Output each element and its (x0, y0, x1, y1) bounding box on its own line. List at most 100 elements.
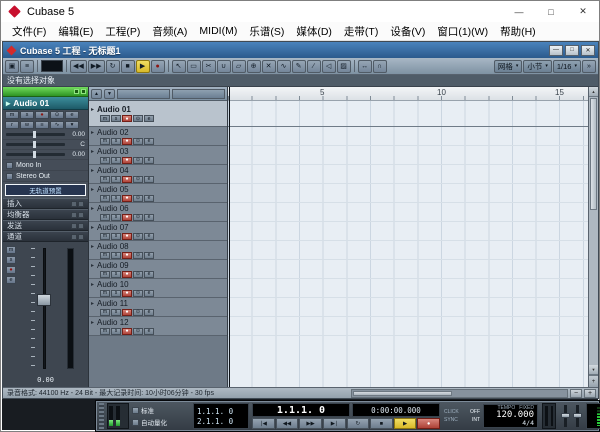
track-row[interactable]: ▸Audio 05 ms●⊙e (89, 184, 227, 203)
track-lane[interactable] (228, 260, 588, 279)
snap-button[interactable]: ∩ (373, 60, 387, 73)
vertical-scroll-thumb[interactable] (590, 98, 597, 210)
audition-tool[interactable]: ◁ (322, 60, 336, 73)
track-lane[interactable] (228, 222, 588, 241)
tempo-display[interactable]: TEMPO FIXED 120.000 4/4 (483, 404, 538, 428)
mute-button[interactable]: m (100, 252, 110, 259)
timeline-ruler[interactable]: 5 10 15 (228, 87, 588, 101)
cycle-button[interactable]: ↻ (347, 418, 370, 429)
monitor-button[interactable]: ⊙ (133, 290, 143, 297)
menu-project[interactable]: 工程(P) (99, 23, 146, 40)
arrange-grid[interactable] (228, 101, 588, 387)
mute-button[interactable]: m (100, 328, 110, 335)
edit-channel-button[interactable]: e (144, 271, 154, 278)
channel-record-button[interactable]: ● (6, 266, 16, 274)
track-lane[interactable] (228, 298, 588, 317)
expand-icon[interactable]: ▸ (91, 224, 94, 231)
edit-channel-button[interactable]: e (144, 176, 154, 183)
track-row[interactable]: ▸Audio 02 ms●⊙e (89, 127, 227, 146)
menu-midi[interactable]: MIDI(M) (193, 24, 243, 38)
track-row[interactable]: ▸Audio 10 ms●⊙e (89, 279, 227, 298)
edit-channel-button[interactable]: e (65, 111, 79, 119)
bypass-icon[interactable] (71, 201, 77, 207)
pointer-tool[interactable]: ↖ (172, 60, 186, 73)
edit-channel-button[interactable]: e (144, 309, 154, 316)
right-locator-value[interactable]: 2.1.1. 0 (197, 417, 245, 426)
cycle-button[interactable]: ↻ (106, 60, 120, 73)
solo-button[interactable]: s (111, 176, 121, 183)
track-scale-up-icon[interactable]: ▲ (91, 89, 102, 99)
solo-button[interactable]: s (111, 115, 121, 122)
monitor-button[interactable]: ⊙ (50, 111, 64, 119)
record-arm-button[interactable]: ● (122, 176, 132, 183)
monitor-button[interactable]: ⊙ (133, 252, 143, 259)
menu-scores[interactable]: 乐谱(S) (243, 23, 290, 40)
record-arm-button[interactable]: ● (122, 290, 132, 297)
project-minimize-button[interactable]: — (549, 45, 563, 56)
output-routing-select[interactable]: Stereo Out (3, 171, 88, 182)
mute-button[interactable]: m (100, 271, 110, 278)
grid-type-select[interactable]: 小节 ▾ (523, 60, 552, 73)
menu-window[interactable]: 窗口(1)(W) (431, 23, 494, 40)
freeze-button[interactable]: ∿ (50, 121, 64, 129)
track-preset-select[interactable] (172, 89, 225, 99)
expand-icon[interactable]: ▸ (91, 186, 94, 193)
track-filter-select[interactable] (117, 89, 170, 99)
play-button[interactable]: ▶ (136, 60, 150, 73)
zoom-in-button[interactable]: + (584, 389, 596, 398)
toolbar-more-button[interactable]: » (582, 60, 596, 73)
playhead-cursor[interactable] (229, 87, 230, 387)
zoom-out-button[interactable]: − (570, 389, 582, 398)
edit-channel-button[interactable]: e (144, 115, 154, 122)
fader-handle[interactable] (37, 294, 51, 306)
channel-solo-button[interactable]: s (6, 256, 16, 264)
section-sends[interactable]: 发送 (3, 220, 88, 231)
menu-help[interactable]: 帮助(H) (494, 23, 542, 40)
track-row[interactable]: ▸Audio 06 ms●⊙e (89, 203, 227, 222)
menu-file[interactable]: 文件(F) (6, 23, 52, 40)
expand-icon[interactable]: ▸ (91, 148, 94, 155)
rewind-button[interactable]: ◀◀ (276, 418, 299, 429)
forward-button[interactable]: ▶▶ (88, 60, 105, 73)
edit-channel-button[interactable]: e (144, 252, 154, 259)
scroll-down-icon[interactable]: ▼ (589, 365, 598, 375)
rewind-button[interactable]: ◀◀ (70, 60, 87, 73)
edit-icon[interactable] (78, 234, 84, 240)
edit-channel-button[interactable]: e (144, 290, 154, 297)
auto-quantize-toggle[interactable]: 自动量化 (132, 417, 190, 427)
mute-button[interactable]: m (100, 309, 110, 316)
channel-edit-button[interactable]: e (6, 276, 16, 284)
inspector-track-header[interactable]: ▸ Audio 01 (3, 97, 88, 110)
expand-icon[interactable]: ▸ (91, 319, 94, 326)
transport-panel[interactable]: 标准 自动量化 1.1.1. 0 2.1.1. 0 1.1.1. 0 0:00:… (96, 401, 599, 431)
phones-level-slider[interactable] (576, 405, 579, 427)
track-scale-down-icon[interactable]: ▼ (104, 89, 115, 99)
solo-button[interactable]: s (111, 233, 121, 240)
solo-button[interactable]: s (111, 328, 121, 335)
solo-button[interactable]: s (111, 252, 121, 259)
record-button[interactable]: ● (151, 60, 165, 73)
time-display[interactable]: 0:00:00.000 (352, 403, 440, 417)
edit-channel-button[interactable]: e (144, 328, 154, 335)
goto-end-button[interactable]: ▶∣ (323, 418, 346, 429)
record-arm-button[interactable]: ● (122, 309, 132, 316)
solo-button[interactable]: s (111, 309, 121, 316)
locator-display[interactable]: 1.1.1. 0 2.1.1. 0 (193, 403, 249, 429)
lanes-button[interactable]: ≡ (35, 121, 49, 129)
expand-icon[interactable]: ▸ (91, 106, 94, 113)
sync-toggle[interactable]: SYNC INT (444, 417, 480, 423)
split-tool[interactable]: ✂ (202, 60, 216, 73)
solo-button[interactable]: s (111, 214, 121, 221)
mute-button[interactable]: m (5, 111, 19, 119)
section-channel[interactable]: 通道 (3, 231, 88, 242)
menu-media[interactable]: 媒体(D) (290, 23, 338, 40)
read-automation-button[interactable]: r (5, 121, 19, 129)
quantize-select[interactable]: 1/16 ▾ (553, 60, 581, 73)
snap-mode-select[interactable]: 网格 ▾ (494, 60, 523, 73)
line-tool[interactable]: ∕ (307, 60, 321, 73)
record-arm-button[interactable]: ● (122, 233, 132, 240)
horizontal-scrollbar[interactable] (351, 389, 568, 398)
section-equalizers[interactable]: 均衡器 (3, 209, 88, 220)
activate-project-button[interactable]: ▣ (5, 60, 19, 73)
record-arm-button[interactable]: ● (122, 115, 132, 122)
